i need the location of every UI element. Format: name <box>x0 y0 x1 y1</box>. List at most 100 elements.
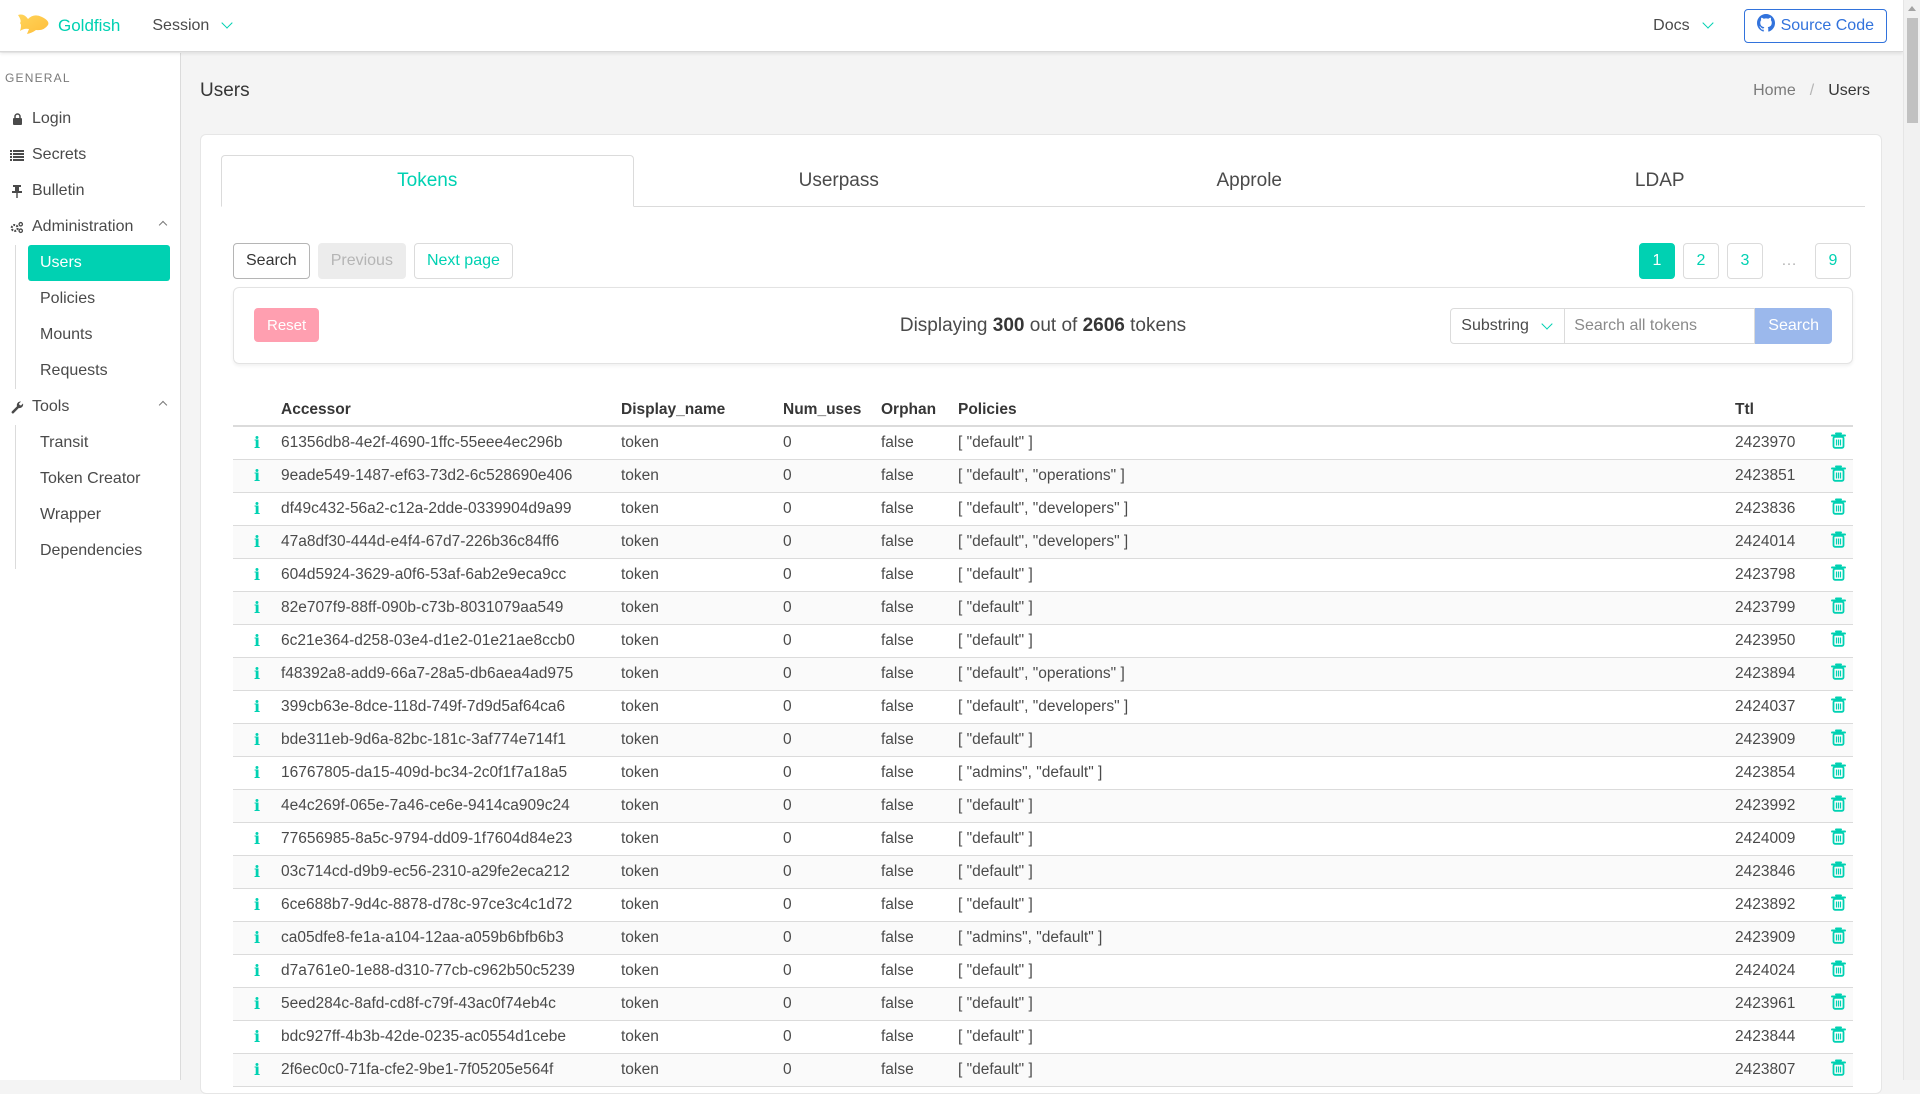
delete-cell <box>1823 789 1853 823</box>
display-name-cell: token <box>621 525 783 559</box>
tokens-table: Accessor Display_name Num_uses Orphan Po… <box>233 393 1853 1087</box>
tab-approle[interactable]: Approle <box>1044 155 1455 206</box>
num-uses-cell: 0 <box>783 492 881 526</box>
info-icon[interactable]: i <box>254 466 260 485</box>
info-icon[interactable]: i <box>254 796 260 815</box>
page-scrollbar[interactable] <box>1903 0 1920 1080</box>
accessor-cell: 03c714cd-d9b9-ec56-2310-a29fe2eca212 <box>281 855 621 889</box>
trash-icon[interactable] <box>1830 894 1846 916</box>
session-dropdown[interactable]: Session <box>152 17 233 35</box>
sidebar-item-secrets[interactable]: Secrets <box>0 137 180 173</box>
delete-cell <box>1823 921 1853 955</box>
trash-icon[interactable] <box>1830 861 1846 883</box>
previous-button[interactable]: Previous <box>317 243 406 279</box>
trash-icon[interactable] <box>1830 498 1846 520</box>
info-icon[interactable]: i <box>254 598 260 617</box>
column-header-display-name[interactable]: Display_name <box>621 393 783 427</box>
sidebar-item-requests[interactable]: Requests <box>28 353 170 389</box>
column-header-ttl[interactable]: Ttl <box>1735 393 1823 427</box>
display-name-cell: token <box>621 789 783 823</box>
sidebar-item-tools[interactable]: Tools <box>0 389 180 425</box>
trash-icon[interactable] <box>1830 729 1846 751</box>
info-icon[interactable]: i <box>254 928 260 947</box>
column-header-num-uses[interactable]: Num_uses <box>783 393 881 427</box>
info-icon[interactable]: i <box>254 763 260 782</box>
display-name-cell: token <box>621 723 783 757</box>
breadcrumb-home-link[interactable]: Home <box>1753 82 1796 100</box>
ttl-cell: 2423909 <box>1735 921 1823 955</box>
page-button-2[interactable]: 2 <box>1683 243 1719 279</box>
info-icon[interactable]: i <box>254 730 260 749</box>
column-header-accessor[interactable]: Accessor <box>281 393 621 427</box>
info-icon[interactable]: i <box>254 433 260 452</box>
trash-icon[interactable] <box>1830 564 1846 586</box>
page-button-last[interactable]: 9 <box>1815 243 1851 279</box>
info-icon[interactable]: i <box>254 862 260 881</box>
info-icon[interactable]: i <box>254 532 260 551</box>
info-icon[interactable]: i <box>254 565 260 584</box>
sidebar-item-transit[interactable]: Transit <box>28 425 170 461</box>
ttl-cell: 2424009 <box>1735 822 1823 856</box>
policies-cell: [ "admins", "default" ] <box>958 756 1735 790</box>
sidebar-item-mounts[interactable]: Mounts <box>28 317 170 353</box>
info-icon[interactable]: i <box>254 499 260 518</box>
trash-icon[interactable] <box>1830 531 1846 553</box>
sidebar-item-administration[interactable]: Administration <box>0 209 180 245</box>
table-row: i 61356db8-4e2f-4690-1ffc-55eee4ec296b tok… <box>233 426 1853 460</box>
brand-link[interactable]: Goldfish <box>16 11 120 40</box>
trash-icon[interactable] <box>1830 432 1846 454</box>
display-name-cell: token <box>621 855 783 889</box>
trash-icon[interactable] <box>1830 1059 1846 1081</box>
tab-tokens[interactable]: Tokens <box>221 155 634 207</box>
info-icon[interactable]: i <box>254 697 260 716</box>
trash-icon[interactable] <box>1830 927 1846 949</box>
tab-userpass[interactable]: Userpass <box>634 155 1045 206</box>
tab-ldap[interactable]: LDAP <box>1455 155 1866 206</box>
trash-icon[interactable] <box>1830 762 1846 784</box>
info-icon[interactable]: i <box>254 631 260 650</box>
trash-icon[interactable] <box>1830 795 1846 817</box>
info-icon[interactable]: i <box>254 994 260 1013</box>
sidebar-item-token-creator[interactable]: Token Creator <box>28 461 170 497</box>
info-cell: i <box>233 492 281 526</box>
sidebar-item-policies[interactable]: Policies <box>28 281 170 317</box>
page-button-1[interactable]: 1 <box>1639 243 1675 279</box>
sidebar-item-login[interactable]: Login <box>0 101 180 137</box>
trash-icon[interactable] <box>1830 1026 1846 1048</box>
search-mode-select[interactable]: Substring <box>1450 308 1566 344</box>
column-header-orphan[interactable]: Orphan <box>881 393 958 427</box>
next-page-button[interactable]: Next page <box>413 243 513 279</box>
scroll-up-arrow-icon[interactable] <box>1908 6 1916 11</box>
trash-icon[interactable] <box>1830 465 1846 487</box>
docs-dropdown[interactable]: Docs <box>1653 17 1714 35</box>
scrollbar-thumb[interactable] <box>1907 18 1918 123</box>
trash-icon[interactable] <box>1830 696 1846 718</box>
info-icon[interactable]: i <box>254 895 260 914</box>
column-header-policies[interactable]: Policies <box>958 393 1735 427</box>
info-icon[interactable]: i <box>254 829 260 848</box>
sidebar-item-wrapper[interactable]: Wrapper <box>28 497 170 533</box>
sidebar-item-dependencies[interactable]: Dependencies <box>28 533 170 569</box>
search-submit-button[interactable]: Search <box>1755 308 1832 344</box>
policies-cell: [ "default", "developers" ] <box>958 690 1735 724</box>
tools-submenu: Transit Token Creator Wrapper Dependenci… <box>15 425 180 569</box>
search-toggle-button[interactable]: Search <box>233 243 310 279</box>
sidebar-item-bulletin[interactable]: Bulletin <box>0 173 180 209</box>
sidebar-item-users[interactable]: Users <box>28 245 170 281</box>
info-icon[interactable]: i <box>254 1060 260 1079</box>
trash-icon[interactable] <box>1830 630 1846 652</box>
orphan-cell: false <box>881 657 958 691</box>
orphan-cell: false <box>881 459 958 493</box>
info-icon[interactable]: i <box>254 1027 260 1046</box>
info-icon[interactable]: i <box>254 961 260 980</box>
search-tokens-input[interactable] <box>1565 308 1756 344</box>
trash-icon[interactable] <box>1830 993 1846 1015</box>
page-button-3[interactable]: 3 <box>1727 243 1763 279</box>
trash-icon[interactable] <box>1830 597 1846 619</box>
trash-icon[interactable] <box>1830 960 1846 982</box>
trash-icon[interactable] <box>1830 663 1846 685</box>
info-cell: i <box>233 426 281 460</box>
source-code-button[interactable]: Source Code <box>1743 8 1887 43</box>
info-icon[interactable]: i <box>254 664 260 683</box>
trash-icon[interactable] <box>1830 828 1846 850</box>
